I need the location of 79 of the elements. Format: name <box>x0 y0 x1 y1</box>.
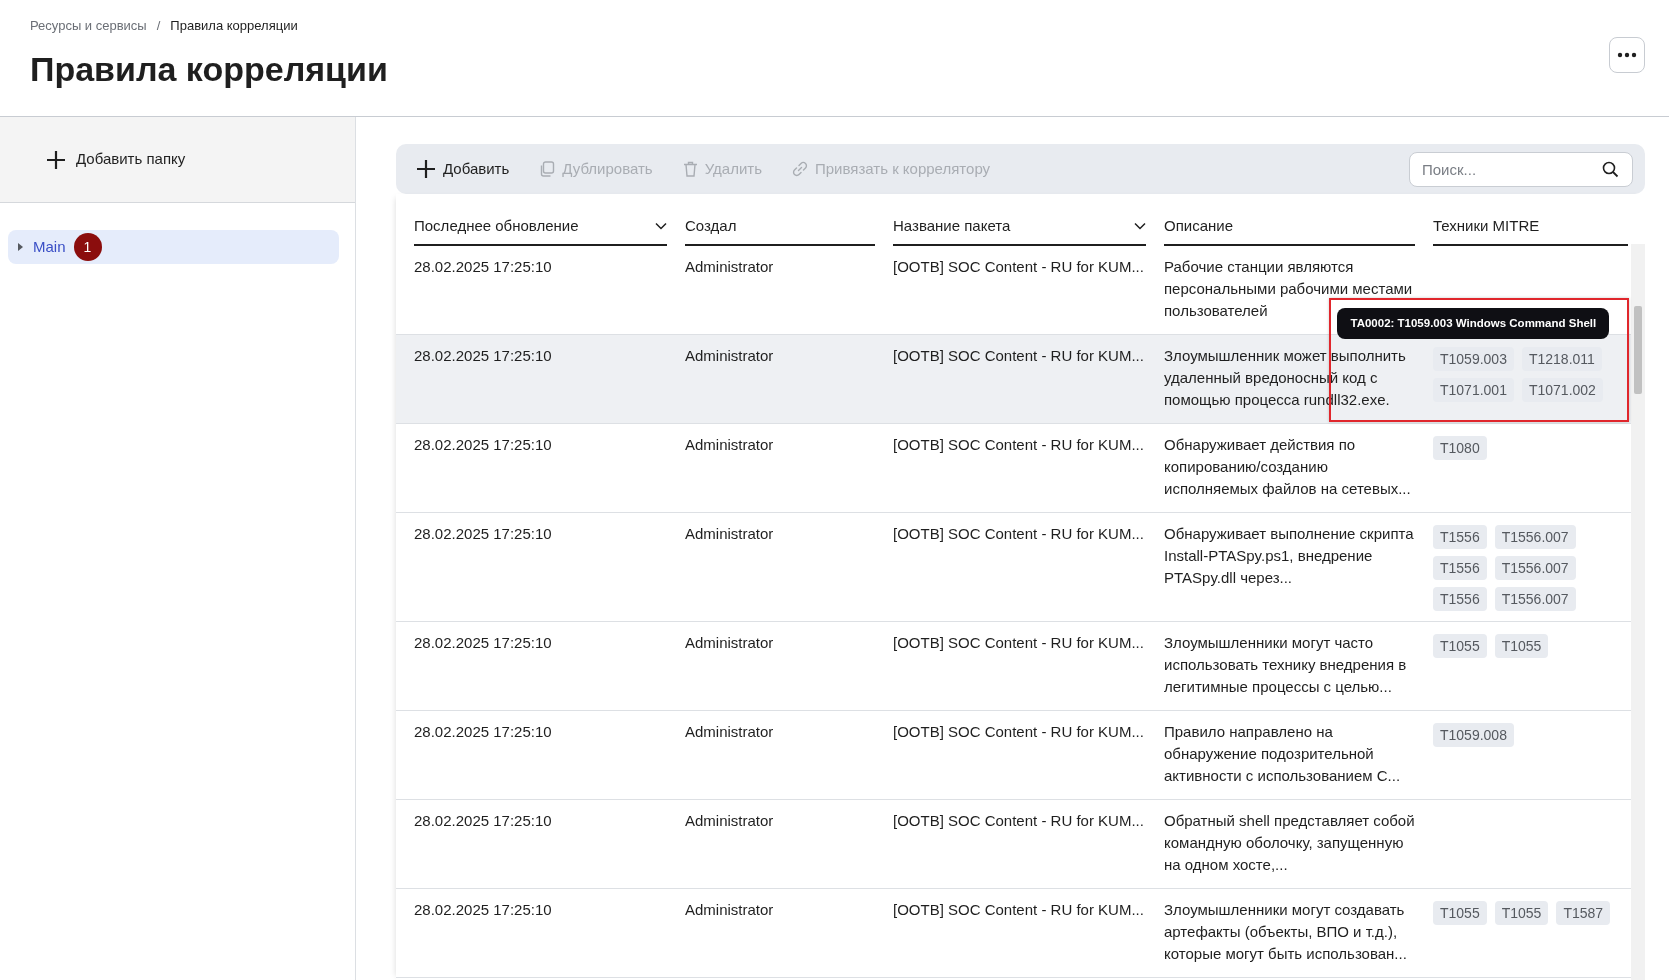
table-cell-text: [OOTB] SOC Content - RU for KUM... <box>893 811 1145 831</box>
column-header: Создал <box>685 208 875 246</box>
mitre-tag[interactable]: T1556 <box>1433 556 1487 580</box>
table-cell-text: Злоумышленники могут создавать артефакты (объекты, ВПО и т.д.), которые могут быть использован... <box>1164 900 1408 964</box>
table-cell-text: [OOTB] SOC Content - RU for KUM... <box>893 524 1145 544</box>
table-cell-text: Administrator <box>685 257 775 277</box>
mitre-tag[interactable]: T1071.001 <box>1433 378 1514 402</box>
page-title: Правила корреляции <box>30 48 388 90</box>
search-icon <box>1602 160 1619 178</box>
marker-badge: 1 <box>73 233 102 261</box>
table-cell-text: 28.02.2025 17:25:10 <box>414 633 553 653</box>
table-row[interactable]: 28.02.2025 17:25:10 Administrator [OOTB] SOC Content - RU for KUM... Обнаруживает действия по копированию/созданию исполняемых файлов на сетевых... T1080 <box>396 424 1631 513</box>
table-cell-text: 28.02.2025 17:25:10 <box>414 900 553 920</box>
add-folder-button[interactable]: Добавить папку <box>46 148 186 171</box>
mitre-tag[interactable]: T1080 <box>1433 436 1487 460</box>
table-row[interactable]: 28.02.2025 17:25:10 Administrator [OOTB] SOC Content - RU for KUM... Обнаруживает выполнение скрипта Install-PTASpy.ps1, внедрение PTASpy.dll через... T1556 T1556.007 T1556 T1556.007 T1556 T1556.007 <box>396 513 1631 622</box>
table-cell-text: Обнаруживает выполнение скрипта Install-PTASpy.ps1, внедрение PTASpy.dll через... <box>1164 524 1415 588</box>
breadcrumb-link[interactable]: Ресурсы и сервисы <box>30 16 147 36</box>
table-row[interactable]: 28.02.2025 17:25:10 Administrator [OOTB] SOC Content - RU for KUM... Злоумышленники могут часто использовать технику внедрения в легитимные процессы с целью... T1055 T1055 <box>396 622 1631 711</box>
mitre-tag[interactable]: T1587 <box>1556 901 1611 925</box>
more-icon <box>1617 52 1637 58</box>
mitre-tag[interactable]: T1556 <box>1433 587 1487 611</box>
folder-label: Main <box>33 236 66 257</box>
mitre-tag[interactable]: T1556.007 <box>1494 587 1576 611</box>
copy-icon <box>539 161 556 177</box>
table-row[interactable]: 28.02.2025 17:25:10 Administrator [OOTB] SOC Content - RU for KUM... Злоумышленники могут создавать артефакты (объекты, ВПО и т.д.), которые могут быть использован... T1055 T1055 T1587 <box>396 889 1631 978</box>
breadcrumb-separator: / <box>156 17 161 35</box>
table-cell-text: Правило направлено на обнаружение подозрительной активности с использованием С... <box>1164 722 1402 786</box>
mitre-tag[interactable]: T1556.007 <box>1494 556 1576 580</box>
table-cell-text: 28.02.2025 17:25:10 <box>414 722 553 742</box>
table-cell-text: Administrator <box>685 524 775 544</box>
table-cell-text: Злоумышленники могут часто использовать технику внедрения в легитимные процессы с целью... <box>1164 633 1408 697</box>
mitre-tag[interactable]: T1218.011 <box>1521 347 1602 371</box>
table-cell-text: 28.02.2025 17:25:10 <box>414 524 553 544</box>
mitre-tag[interactable]: T1556.007 <box>1494 525 1576 549</box>
table-cell-text: 28.02.2025 17:25:10 <box>414 811 553 831</box>
table-cell-text: Обратный shell представляет собой командную оболочку, запущенную на одном хосте,... <box>1164 811 1415 875</box>
table-cell-text: [OOTB] SOC Content - RU for KUM... <box>893 435 1145 455</box>
table-cell-text: Обнаруживает действия по копированию/созданию исполняемых файлов на сетевых... <box>1164 435 1412 499</box>
table-cell-text: Administrator <box>685 435 775 455</box>
mitre-tag[interactable]: T1055 <box>1494 634 1549 658</box>
table-cell-text: 28.02.2025 17:25:10 <box>414 435 553 455</box>
plus-icon <box>416 159 436 179</box>
mitre-tag[interactable]: T1059.008 <box>1433 723 1514 747</box>
column-header: Техники MITRE <box>1433 208 1628 246</box>
mitre-tag[interactable]: T1059.003 <box>1433 347 1514 371</box>
table-row[interactable]: 28.02.2025 17:25:10 Administrator [OOTB] SOC Content - RU for KUM... Правило направлено на обнаружение подозрительной активности с использованием С... T1059.008 <box>396 711 1631 800</box>
table-cell-text: Administrator <box>685 900 775 920</box>
table-cell-text: Administrator <box>685 633 775 653</box>
table-cell-text: [OOTB] SOC Content - RU for KUM... <box>893 257 1145 277</box>
link-icon <box>791 161 808 177</box>
table-cell-text: Administrator <box>685 346 775 366</box>
table-cell-text: 28.02.2025 17:25:10 <box>414 346 553 366</box>
breadcrumb-current: Правила корреляции <box>170 17 298 35</box>
folder-item[interactable]: Main 1 <box>8 230 339 264</box>
table-cell-text: [OOTB] SOC Content - RU for KUM... <box>893 900 1145 920</box>
table-cell-text: 28.02.2025 17:25:10 <box>414 257 553 277</box>
mitre-tag[interactable]: T1556 <box>1433 525 1487 549</box>
column-header[interactable]: Последнее обновление <box>414 208 667 246</box>
column-header[interactable]: Название пакета <box>893 208 1146 246</box>
plus-icon <box>46 149 66 170</box>
table-cell-text: [OOTB] SOC Content - RU for KUM... <box>893 346 1145 366</box>
mitre-tag[interactable]: T1055 <box>1433 634 1487 658</box>
more-button[interactable] <box>1609 37 1645 73</box>
scrollbar[interactable] <box>1631 244 1645 980</box>
table-row[interactable]: 28.02.2025 17:25:10 Administrator [OOTB] SOC Content - RU for KUM... Обратный shell представляет собой командную оболочку, запущенную на одном хосте,... <box>396 800 1631 889</box>
table-cell-text: Administrator <box>685 811 775 831</box>
column-header: Описание <box>1164 208 1415 246</box>
mitre-tag[interactable]: T1055 <box>1433 901 1487 925</box>
mitre-tag[interactable]: T1055 <box>1494 901 1549 925</box>
search-field[interactable]: Поиск... <box>1409 151 1633 187</box>
table-cell-text: Administrator <box>685 722 775 742</box>
add-button[interactable]: Добавить <box>416 157 510 181</box>
mitre-tag[interactable]: T1071.002 <box>1521 378 1603 402</box>
scrollbar-thumb[interactable] <box>1634 306 1642 394</box>
table-cell-text: [OOTB] SOC Content - RU for KUM... <box>893 633 1145 653</box>
table-cell-text: [OOTB] SOC Content - RU for KUM... <box>893 722 1145 742</box>
tooltip: TA0002: T1059.003 Windows Command Shell <box>1337 308 1610 339</box>
trash-icon <box>682 161 698 177</box>
